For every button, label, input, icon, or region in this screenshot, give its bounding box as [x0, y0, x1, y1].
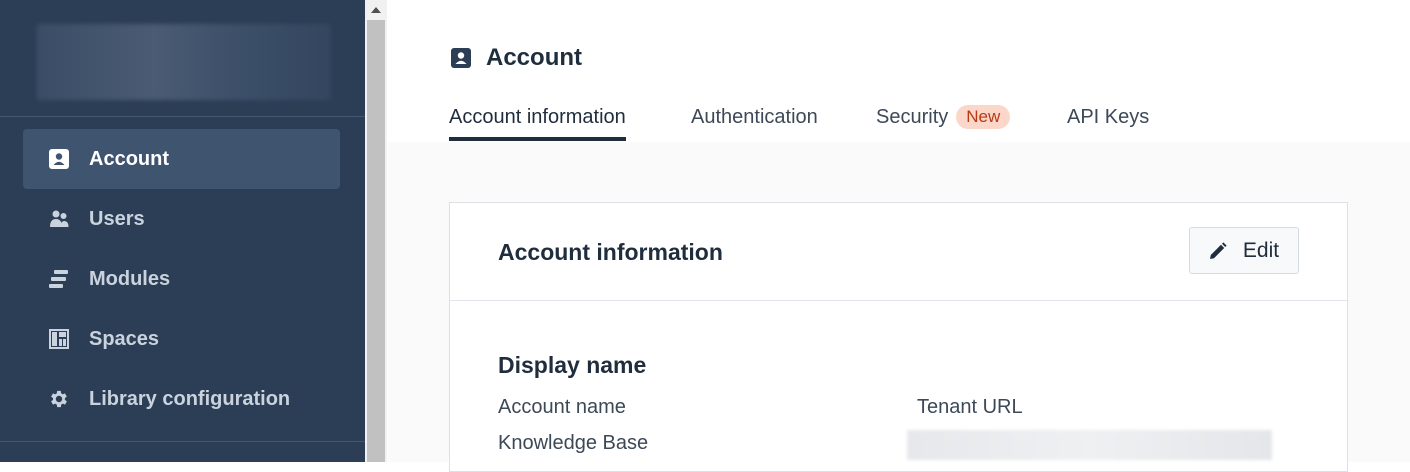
sidebar-item-account[interactable]: Account	[23, 129, 340, 189]
gear-icon	[47, 387, 71, 411]
new-badge: New	[956, 105, 1011, 129]
sidebar-scrollbar[interactable]	[365, 0, 387, 462]
spaces-icon	[47, 327, 71, 351]
sidebar-item-label: Modules	[89, 267, 171, 290]
sidebar-item-label: Users	[89, 207, 145, 230]
sidebar-item-modules[interactable]: Modules	[23, 249, 340, 309]
tab-bar: Account information Authentication Secur…	[388, 100, 1410, 143]
edit-button[interactable]: Edit	[1189, 227, 1299, 274]
tab-security[interactable]: Security New	[876, 105, 1011, 140]
modules-icon	[47, 267, 71, 291]
sidebar-item-library-configuration[interactable]: Library configuration	[23, 369, 340, 429]
page-title: Account	[450, 44, 582, 72]
section-title: Display name	[498, 352, 647, 378]
users-icon	[47, 207, 71, 231]
sidebar-item-label: Account	[89, 147, 169, 170]
scroll-up-arrow-icon[interactable]	[365, 0, 387, 20]
tab-api-keys[interactable]: API Keys	[1067, 106, 1149, 140]
account-name-label: Account name	[498, 396, 626, 418]
tenant-url-label: Tenant URL	[917, 396, 1023, 418]
pencil-icon	[1209, 241, 1227, 259]
card-header: Account information Edit	[450, 203, 1347, 301]
tab-label: Authentication	[691, 106, 818, 128]
tab-label: Security	[876, 106, 949, 128]
card-title: Account information	[498, 239, 723, 265]
tab-account-information[interactable]: Account information	[449, 106, 626, 141]
sidebar-item-label: Spaces	[89, 327, 160, 350]
tab-label: Account information	[449, 106, 626, 128]
account-icon	[451, 48, 471, 68]
logo[interactable]	[37, 24, 331, 100]
page-title-text: Account	[486, 44, 582, 71]
sidebar-item-users[interactable]: Users	[23, 189, 340, 249]
knowledge-base-label: Knowledge Base	[498, 432, 649, 454]
sidebar: Account Users Modules Spaces Library con…	[0, 0, 365, 462]
tab-authentication[interactable]: Authentication	[691, 106, 818, 140]
sidebar-divider	[0, 441, 365, 442]
scrollbar-thumb[interactable]	[367, 20, 385, 462]
redacted-value	[907, 430, 1272, 460]
account-information-card: Account information Edit Display name Ac…	[449, 202, 1348, 472]
sidebar-item-label: Library configuration	[89, 387, 291, 410]
sidebar-item-spaces[interactable]: Spaces	[23, 309, 340, 369]
sidebar-divider	[0, 116, 365, 117]
tab-label: API Keys	[1067, 106, 1150, 128]
edit-button-label: Edit	[1242, 238, 1280, 262]
account-icon	[47, 147, 71, 171]
main-content: Account Account information Authenticati…	[388, 0, 1410, 472]
